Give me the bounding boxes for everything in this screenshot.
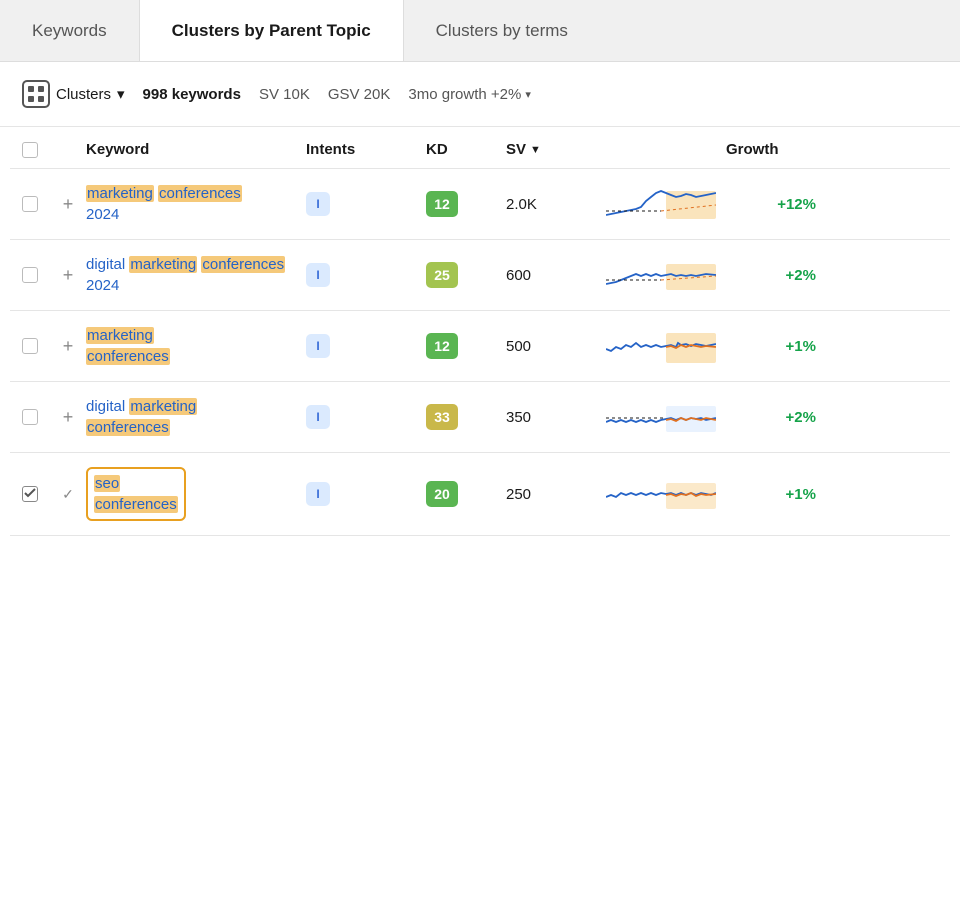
sparkline-chart <box>606 473 716 515</box>
table-row: + marketingconferences I 12 500 +1% <box>10 311 950 382</box>
intent-cell: I <box>306 482 426 506</box>
keyword-link[interactable]: digital marketingconferences <box>86 398 197 436</box>
keywords-count: 998 keywords <box>143 86 241 103</box>
selected-keyword-box: seoconferences <box>86 467 186 521</box>
row-checkbox[interactable] <box>22 338 38 354</box>
select-all-checkbox[interactable] <box>22 142 38 158</box>
sparkline-chart <box>606 183 716 225</box>
sparkline-chart <box>606 396 716 438</box>
kd-cell: 12 <box>426 333 506 359</box>
row-checkbox[interactable] <box>22 409 38 425</box>
kd-cell: 12 <box>426 191 506 217</box>
tab-clusters-terms[interactable]: Clusters by terms <box>404 0 600 61</box>
keyword-cell: digital marketing conferences2024 <box>86 254 306 296</box>
table-row: + marketing conferences2024 I 12 2.0K +1… <box>10 169 950 240</box>
sv-cell: 2.0K <box>506 196 596 213</box>
row-checkbox[interactable] <box>22 196 38 212</box>
add-keyword-button[interactable]: + <box>50 407 86 428</box>
th-kd: KD <box>426 141 506 158</box>
keyword-link[interactable]: marketingconferences <box>86 327 170 365</box>
clusters-chevron-icon: ▾ <box>117 85 125 103</box>
intent-cell: I <box>306 263 426 287</box>
sparkline-chart <box>606 254 716 296</box>
sparkline-cell <box>596 254 726 296</box>
sv-stat: SV 10K <box>259 86 310 103</box>
th-growth: Growth <box>726 141 816 158</box>
sv-cell: 350 <box>506 409 596 426</box>
intent-cell: I <box>306 334 426 358</box>
kd-cell: 20 <box>426 481 506 507</box>
add-keyword-button[interactable]: + <box>50 336 86 357</box>
row-checkbox[interactable] <box>22 486 38 502</box>
toolbar: Clusters ▾ 998 keywords SV 10K GSV 20K 3… <box>0 62 960 127</box>
intent-cell: I <box>306 405 426 429</box>
keyword-table: Keyword Intents KD SV ▼ Growth + marketi… <box>0 127 960 536</box>
cluster-icon <box>22 80 50 108</box>
clusters-dropdown[interactable]: Clusters ▾ <box>22 80 125 108</box>
keyword-link[interactable]: marketing conferences2024 <box>86 185 242 223</box>
checkmark-icon <box>24 488 36 498</box>
growth-chevron-icon: ▾ <box>525 88 531 101</box>
kd-cell: 33 <box>426 404 506 430</box>
kd-cell: 25 <box>426 262 506 288</box>
keyword-link[interactable]: digital marketing conferences2024 <box>86 256 285 294</box>
sparkline-cell <box>596 325 726 367</box>
table-header: Keyword Intents KD SV ▼ Growth <box>10 127 950 169</box>
add-keyword-button[interactable]: + <box>50 265 86 286</box>
growth-cell: +2% <box>726 267 816 284</box>
growth-cell: +1% <box>726 486 816 503</box>
th-intents: Intents <box>306 141 426 158</box>
growth-cell: +2% <box>726 409 816 426</box>
tab-clusters-parent[interactable]: Clusters by Parent Topic <box>139 0 404 61</box>
header-checkbox[interactable] <box>10 142 50 158</box>
table-row: ✓ seoconferences I 20 250 +1% <box>10 453 950 536</box>
sparkline-cell <box>596 473 726 515</box>
checked-icon[interactable]: ✓ <box>50 486 86 503</box>
sv-cell: 250 <box>506 486 596 503</box>
growth-cell: +12% <box>726 196 816 213</box>
keyword-cell: marketing conferences2024 <box>86 183 306 225</box>
add-keyword-button[interactable]: + <box>50 194 86 215</box>
keyword-cell: seoconferences <box>86 467 306 521</box>
row-checkbox[interactable] <box>22 267 38 283</box>
keyword-link[interactable]: seoconferences <box>94 475 178 513</box>
sparkline-cell <box>596 396 726 438</box>
sparkline-cell <box>596 183 726 225</box>
keyword-cell: marketingconferences <box>86 325 306 367</box>
table-row: + digital marketingconferences I 33 350 … <box>10 382 950 453</box>
sv-cell: 500 <box>506 338 596 355</box>
th-keyword: Keyword <box>86 141 306 158</box>
intent-cell: I <box>306 192 426 216</box>
sparkline-chart <box>606 325 716 367</box>
cluster-icon-svg <box>27 85 45 103</box>
growth-cell: +1% <box>726 338 816 355</box>
tab-bar: Keywords Clusters by Parent Topic Cluste… <box>0 0 960 62</box>
growth-dropdown[interactable]: 3mo growth +2% ▾ <box>408 86 531 103</box>
table-row: + digital marketing conferences2024 I 25… <box>10 240 950 311</box>
tab-keywords[interactable]: Keywords <box>0 0 139 61</box>
gsv-stat: GSV 20K <box>328 86 391 103</box>
sort-icon: ▼ <box>530 144 541 156</box>
keyword-cell: digital marketingconferences <box>86 396 306 438</box>
sv-cell: 600 <box>506 267 596 284</box>
th-sv[interactable]: SV ▼ <box>506 141 596 158</box>
